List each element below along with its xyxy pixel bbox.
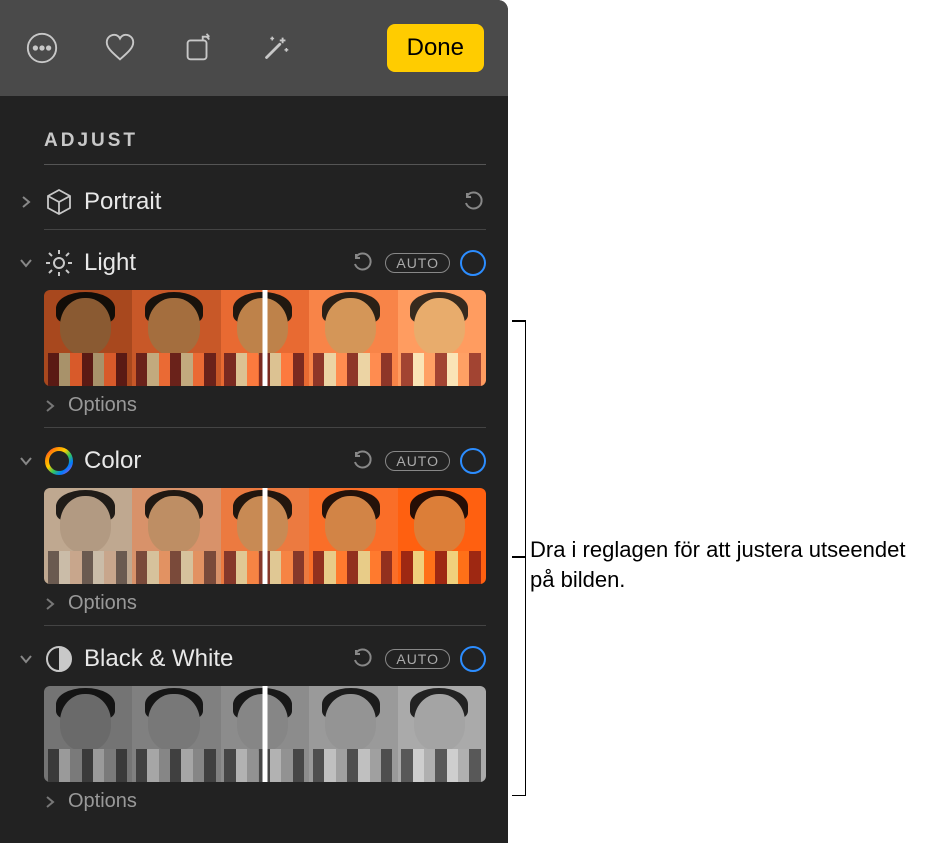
preview-thumb (132, 686, 220, 782)
bw-contrast-icon (44, 644, 74, 674)
preview-thumb (398, 488, 486, 584)
options-label: Options (68, 394, 137, 417)
auto-button[interactable]: AUTO (385, 253, 450, 273)
adjustment-header-light[interactable]: Light AUTO (18, 244, 486, 282)
auto-button[interactable]: AUTO (385, 451, 450, 471)
adjustment-light: Light AUTO (18, 244, 486, 428)
color-slider[interactable] (44, 488, 486, 584)
preview-thumb (44, 686, 132, 782)
adjustment-color: Color AUTO (18, 442, 486, 626)
slider-thumb[interactable] (263, 488, 268, 584)
options-toggle-color[interactable]: Options (42, 592, 486, 615)
more-icon[interactable] (24, 30, 60, 66)
options-toggle-light[interactable]: Options (42, 394, 486, 417)
divider (44, 427, 486, 428)
preview-thumb (132, 290, 220, 386)
adjustment-label: Black & White (84, 645, 341, 673)
reset-icon[interactable] (351, 647, 375, 671)
preview-thumb (309, 290, 397, 386)
options-label: Options (68, 592, 137, 615)
adjust-title: ADJUST (44, 130, 486, 152)
chevron-right-icon (42, 794, 58, 810)
preview-thumb (44, 488, 132, 584)
slider-thumb[interactable] (263, 686, 268, 782)
adjustment-portrait: Portrait (18, 183, 486, 230)
reset-icon[interactable] (351, 449, 375, 473)
chevron-right-icon (42, 398, 58, 414)
options-label: Options (68, 790, 137, 813)
adjust-panel: Done ADJUST Portrait (0, 0, 508, 843)
preview-thumb (44, 290, 132, 386)
light-slider[interactable] (44, 290, 486, 386)
light-sun-icon (44, 248, 74, 278)
chevron-down-icon[interactable] (18, 453, 34, 469)
enable-ring[interactable] (460, 646, 486, 672)
reset-icon[interactable] (351, 251, 375, 275)
adjustment-header-portrait[interactable]: Portrait (18, 183, 486, 221)
portrait-cube-icon (44, 187, 74, 217)
preview-thumb (309, 686, 397, 782)
callout-bracket (512, 320, 526, 796)
reset-icon[interactable] (462, 190, 486, 214)
chevron-down-icon[interactable] (18, 255, 34, 271)
callout-text: Dra i reglagen för att justera utseendet… (530, 535, 910, 594)
chevron-right-icon[interactable] (18, 194, 34, 210)
crop-icon[interactable] (180, 30, 216, 66)
editor-toolbar: Done (0, 0, 508, 96)
bw-slider[interactable] (44, 686, 486, 782)
preview-thumb (309, 488, 397, 584)
divider (44, 625, 486, 626)
adjustment-label: Color (84, 447, 341, 475)
preview-thumb (398, 290, 486, 386)
auto-button[interactable]: AUTO (385, 649, 450, 669)
options-toggle-bw[interactable]: Options (42, 790, 486, 813)
enable-ring[interactable] (460, 250, 486, 276)
enable-ring[interactable] (460, 448, 486, 474)
chevron-right-icon (42, 596, 58, 612)
adjustment-label: Portrait (84, 188, 452, 216)
divider (44, 229, 486, 230)
divider (44, 164, 486, 165)
heart-icon[interactable] (102, 30, 138, 66)
adjustment-header-color[interactable]: Color AUTO (18, 442, 486, 480)
wand-icon[interactable] (258, 30, 294, 66)
preview-thumb (398, 686, 486, 782)
done-button[interactable]: Done (387, 24, 484, 72)
preview-thumb (132, 488, 220, 584)
adjustment-header-bw[interactable]: Black & White AUTO (18, 640, 486, 678)
color-wheel-icon (44, 446, 74, 476)
adjustment-label: Light (84, 249, 341, 277)
callout-tick (512, 556, 526, 558)
adjustment-bw: Black & White AUTO (18, 640, 486, 813)
adjust-scroll-area: ADJUST Portrait (0, 96, 508, 813)
chevron-down-icon[interactable] (18, 651, 34, 667)
slider-thumb[interactable] (263, 290, 268, 386)
